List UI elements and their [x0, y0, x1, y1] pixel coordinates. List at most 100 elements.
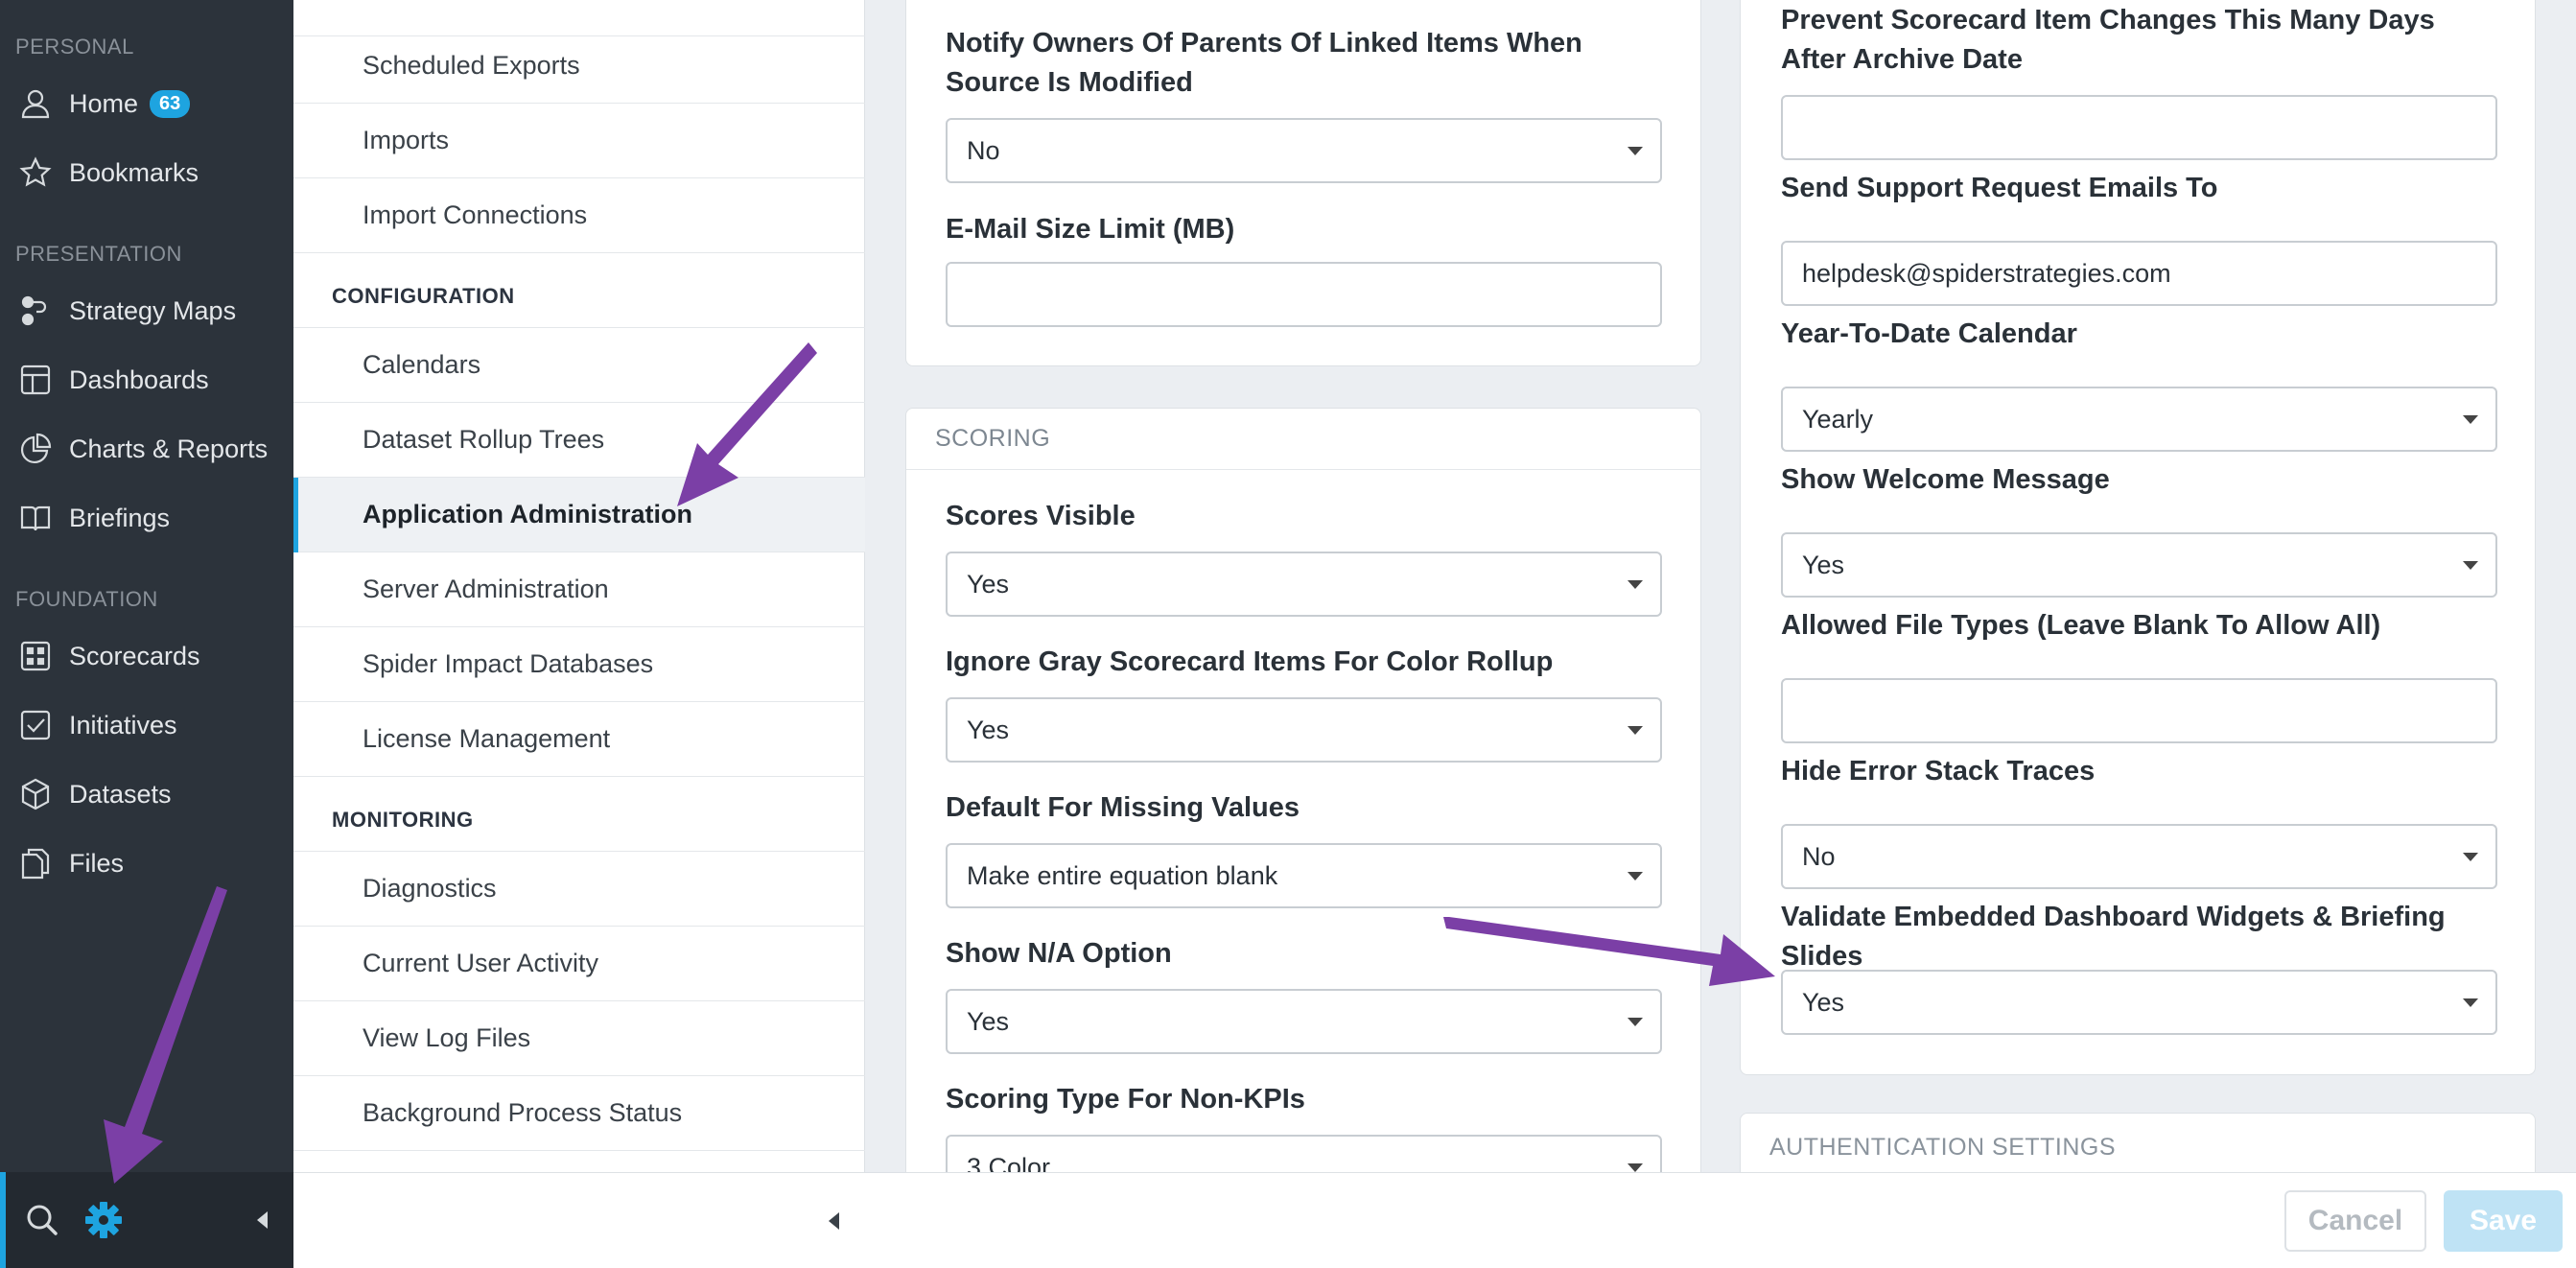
prevent-changes-label: Prevent Scorecard Item Changes This Many…: [1781, 5, 2435, 75]
star-icon: [19, 156, 52, 187]
validate-embedded-select[interactable]: Yes: [1781, 970, 2497, 1035]
admin-menu-item-background-process-status[interactable]: Background Process Status: [293, 1076, 865, 1151]
nav-item-briefings[interactable]: Briefings: [0, 489, 293, 547]
nav-section-personal: PERSONAL: [15, 35, 134, 59]
chevron-down-icon: [1628, 147, 1643, 155]
welcome-message-label: Show Welcome Message: [1781, 464, 2110, 495]
nav-item-label: Briefings: [69, 503, 171, 532]
dashboard-icon: [20, 364, 51, 395]
search-icon[interactable]: [21, 1199, 63, 1241]
admin-menu-item-spider-impact-databases[interactable]: Spider Impact Databases: [293, 627, 865, 702]
nav-item-home[interactable]: Home 63: [0, 75, 293, 132]
admin-menu-item-scheduled-exports[interactable]: Scheduled Exports: [293, 29, 865, 104]
nav-item-files[interactable]: Files: [0, 834, 293, 892]
file-types-input[interactable]: [1781, 678, 2497, 743]
scores-visible-value: Yes: [967, 569, 1010, 599]
ytd-calendar-label: Year-To-Date Calendar: [1781, 318, 2077, 349]
ytd-calendar-value: Yearly: [1802, 404, 1874, 434]
admin-menu-item-application-administration[interactable]: Application Administration: [293, 478, 865, 552]
nav-item-label: Bookmarks: [69, 157, 199, 187]
monitoring-header-row: MONITORING: [293, 777, 865, 852]
chevron-down-icon: [1628, 580, 1643, 589]
support-email-value: helpdesk@spiderstrategies.com: [1802, 258, 2171, 288]
nav-item-label: Files: [69, 848, 125, 878]
show-na-select[interactable]: Yes: [946, 989, 1662, 1054]
stack-traces-label: Hide Error Stack Traces: [1781, 756, 2096, 787]
chevron-down-icon: [1628, 726, 1643, 735]
missing-values-select[interactable]: Make entire equation blank: [946, 843, 1662, 908]
email-size-limit-label: E-Mail Size Limit (MB): [946, 214, 1235, 245]
stack-traces-select[interactable]: No: [1781, 824, 2497, 889]
cancel-button[interactable]: Cancel: [2284, 1190, 2426, 1252]
email-size-limit-input[interactable]: [946, 262, 1662, 327]
prevent-changes-input[interactable]: [1781, 95, 2497, 160]
scores-visible-label: Scores Visible: [946, 501, 1136, 531]
gear-icon[interactable]: [82, 1199, 125, 1241]
home-count-badge: 63: [150, 89, 191, 118]
pie-chart-icon: [21, 433, 52, 463]
admin-menu-item-license-management[interactable]: License Management: [293, 702, 865, 777]
missing-values-value: Make entire equation blank: [967, 860, 1278, 890]
nav-item-strategy-maps[interactable]: Strategy Maps: [0, 282, 293, 340]
admin-menu-item-import-connections[interactable]: Import Connections: [293, 178, 865, 253]
admin-menu: Scheduled Exports Imports Import Connect…: [293, 0, 865, 1268]
ignore-gray-select[interactable]: Yes: [946, 697, 1662, 763]
action-bar: Cancel Save: [865, 1172, 2576, 1268]
welcome-message-select[interactable]: Yes: [1781, 532, 2497, 598]
person-icon: [21, 89, 50, 119]
admin-settings-panel: Prevent Scorecard Item Changes This Many…: [1740, 0, 2536, 1075]
scoring-panel: SCORING Scores Visible Yes Ignore Gray S…: [905, 408, 1701, 1200]
support-email-input[interactable]: helpdesk@spiderstrategies.com: [1781, 241, 2497, 306]
nav-item-label: Strategy Maps: [69, 295, 237, 325]
ignore-gray-label: Ignore Gray Scorecard Items For Color Ro…: [946, 646, 1554, 677]
support-email-label: Send Support Request Emails To: [1781, 173, 2218, 203]
nav-item-scorecards[interactable]: Scorecards: [0, 627, 293, 685]
admin-menu-item-imports[interactable]: Imports: [293, 104, 865, 178]
scorecard-grid-icon: [20, 641, 51, 671]
caret-left-icon[interactable]: [242, 1199, 284, 1241]
admin-menu-item-dataset-rollup-trees[interactable]: Dataset Rollup Trees: [293, 403, 865, 478]
admin-menu-footer: [293, 1172, 865, 1268]
monitoring-header: MONITORING: [332, 808, 474, 832]
nav-item-bookmarks[interactable]: Bookmarks: [0, 144, 293, 201]
scoring-type-label: Scoring Type For Non-KPIs: [946, 1084, 1305, 1115]
chevron-down-icon: [2463, 853, 2478, 861]
admin-menu-item-diagnostics[interactable]: Diagnostics: [293, 852, 865, 927]
missing-values-label: Default For Missing Values: [946, 792, 1300, 823]
chevron-down-icon: [2463, 415, 2478, 424]
nav-section-foundation: FOUNDATION: [15, 587, 158, 611]
chevron-down-icon: [1628, 1018, 1643, 1026]
validate-embedded-label: Validate Embedded Dashboard Widgets & Br…: [1781, 902, 2446, 972]
nav-item-datasets[interactable]: Datasets: [0, 765, 293, 823]
files-icon: [21, 848, 50, 880]
ytd-calendar-select[interactable]: Yearly: [1781, 387, 2497, 452]
save-button[interactable]: Save: [2444, 1190, 2563, 1252]
stack-traces-value: No: [1802, 841, 1836, 871]
checkbox-icon: [20, 710, 51, 740]
show-na-label: Show N/A Option: [946, 938, 1172, 969]
nav-item-label: Initiatives: [69, 710, 177, 740]
scoring-header: SCORING: [906, 409, 1700, 470]
general-settings-panel: Notify Owners Of Parents Of Linked Items…: [905, 0, 1701, 366]
notify-owners-select[interactable]: No: [946, 118, 1662, 183]
collapse-menu-icon[interactable]: [815, 1202, 854, 1240]
admin-menu-item-current-user-activity[interactable]: Current User Activity: [293, 927, 865, 1001]
nav-section-presentation: PRESENTATION: [15, 242, 182, 266]
notify-owners-value: No: [967, 135, 1000, 165]
welcome-message-value: Yes: [1802, 550, 1845, 579]
admin-menu-item-server-administration[interactable]: Server Administration: [293, 552, 865, 627]
nav-item-initiatives[interactable]: Initiatives: [0, 696, 293, 754]
nav-item-dashboards[interactable]: Dashboards: [0, 351, 293, 409]
admin-menu-item-view-log-files[interactable]: View Log Files: [293, 1001, 865, 1076]
admin-menu-item-calendars[interactable]: Calendars: [293, 328, 865, 403]
configuration-header-row: CONFIGURATION: [293, 253, 865, 328]
file-types-label: Allowed File Types (Leave Blank To Allow…: [1781, 610, 2381, 641]
scores-visible-select[interactable]: Yes: [946, 552, 1662, 617]
configuration-header: CONFIGURATION: [332, 284, 515, 308]
nav-item-label: Datasets: [69, 779, 172, 809]
active-indicator: [0, 1172, 6, 1268]
ignore-gray-value: Yes: [967, 715, 1010, 744]
nav-item-charts-reports[interactable]: Charts & Reports: [0, 420, 293, 478]
main-navigation: PERSONAL Home 63 Bookmarks PRESENTATION …: [0, 0, 293, 1268]
nav-bottom-toolbar: [0, 1172, 293, 1268]
